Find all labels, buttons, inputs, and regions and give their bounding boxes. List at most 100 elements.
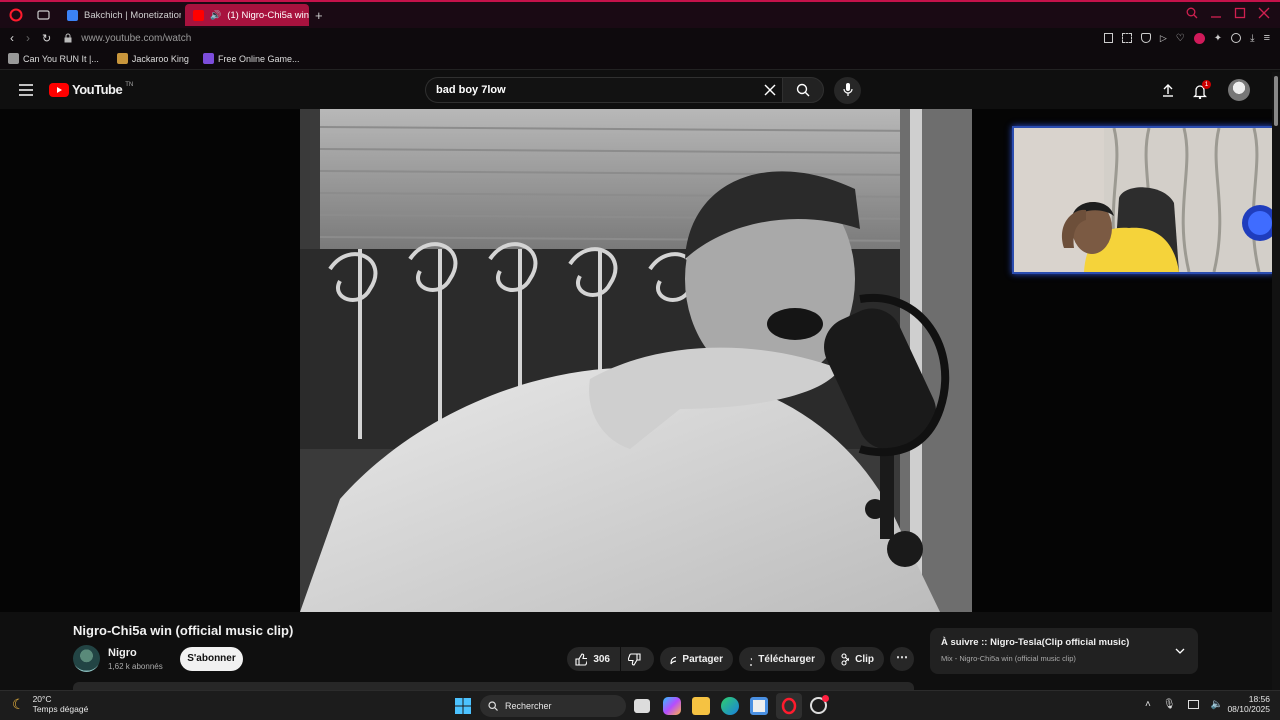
windows-start-icon[interactable] [455,698,471,714]
browser-toolbar-icons: ▷ ♡ ✦ ⤓ ≡ [1103,32,1270,44]
copilot-icon[interactable] [663,697,681,715]
subscriber-count: 1,62 k abonnés [108,662,163,671]
video-frame-image [300,109,972,612]
weather-temp: 20°C [32,694,52,704]
webcam-overlay [1012,126,1274,274]
opera-logo-icon[interactable] [9,8,23,22]
clock[interactable]: 18:56 08/10/2025 [1222,694,1270,714]
chevron-down-icon[interactable] [1175,648,1185,654]
up-next-subtitle: Mix - Nigro-Chi5a win (official music cl… [941,654,1076,663]
vpn-icon[interactable] [1193,32,1205,44]
youtube-play-logo-icon [49,82,69,97]
new-tab-button[interactable]: + [315,8,323,23]
tab-label: (1) Nigro-Chi5a win (o [227,9,309,21]
upload-icon[interactable] [1162,83,1174,97]
bookmark-item[interactable]: Jackaroo King [116,53,189,64]
weather-widget[interactable]: ☾ 20°C Temps dégagé [12,694,88,714]
menu-icon[interactable] [18,84,34,96]
maximize-icon[interactable] [1234,7,1246,19]
microphone-icon [842,83,853,96]
opera-logo-icon [781,697,797,715]
more-actions-button[interactable]: ⋯ [890,647,914,671]
search-input[interactable]: bad boy 7low [425,77,782,103]
window-controls [1186,7,1270,19]
download-label: Télécharger [758,653,815,665]
country-code: TN [125,82,134,88]
system-tray: ˄ 🎙 🔈 [1145,699,1223,710]
weather-description: Temps dégagé [32,704,89,714]
opera-taskbar-icon[interactable] [776,693,802,719]
profile-icon[interactable] [1231,33,1242,43]
subscribe-button[interactable]: S'abonner [180,647,243,671]
forward-icon[interactable]: › [26,31,30,45]
clear-search-icon[interactable] [764,84,776,96]
windows-taskbar: ☾ 20°C Temps dégagé Rechercher ˄ 🎙 🔈 18:… [0,690,1280,720]
up-next-panel[interactable]: À suivre :: Nigro-Tesla(Clip official mu… [930,628,1198,674]
download-button[interactable]: Télécharger [739,647,825,671]
thumbs-down-icon [628,652,641,666]
description-preview[interactable] [73,682,914,690]
minimize-icon[interactable] [1210,7,1222,19]
bookmark-item[interactable]: Free Online Game... [202,53,299,64]
moon-icon: ☾ [12,695,25,712]
microphone-icon[interactable]: 🎙 [1163,699,1176,710]
easy-setup-icon[interactable]: ≡ [1264,32,1270,44]
bookmark-item[interactable]: Can You RUN It |... [8,53,99,64]
share-label: Partager [682,653,723,665]
taskbar-search-placeholder: Rechercher [505,701,552,711]
opera-gx-taskbar-icon[interactable] [810,695,829,714]
address-input[interactable]: www.youtube.com/watch [81,33,191,44]
bookmark-icon[interactable] [1103,33,1113,43]
speaker-icon[interactable]: 🔊 [210,10,221,21]
scrollbar-thumb[interactable] [1274,76,1278,126]
shield-icon[interactable] [1140,33,1151,43]
share-button[interactable]: Partager [660,647,733,671]
scissors-icon [841,652,850,666]
avatar[interactable] [1228,79,1250,101]
tab-bakchich[interactable]: Bakchich | Monetization t [59,4,181,26]
clip-button[interactable]: Clip [831,647,884,671]
player-icon[interactable]: ▷ [1160,33,1167,44]
download-icon [750,657,753,666]
channel-avatar[interactable] [73,645,100,672]
clock-date: 08/10/2025 [1227,704,1270,714]
bookmark-favicon-icon [8,53,19,64]
chevron-up-icon[interactable]: ˄ [1145,699,1151,710]
taskbar-search[interactable]: Rechercher [480,695,626,717]
page-scrollbar[interactable] [1272,72,1280,690]
dislike-button[interactable] [621,647,654,671]
youtube-logo[interactable]: YouTube TN [49,82,133,97]
channel-name[interactable]: Nigro [108,647,137,659]
bookmark-label: Jackaroo King [131,53,189,64]
clip-label: Clip [855,653,874,665]
store-icon[interactable] [750,697,768,715]
tab-youtube-active[interactable]: 🔊 (1) Nigro-Chi5a win (o [185,4,309,26]
search-button[interactable] [782,77,824,103]
edge-icon[interactable] [721,697,739,715]
network-icon[interactable] [1187,700,1199,709]
reload-icon[interactable]: ↻ [42,32,51,45]
like-button[interactable]: 306 [567,647,620,671]
task-view-icon[interactable] [634,699,650,713]
search-icon [488,701,498,711]
tab-overview-icon[interactable] [37,9,51,21]
voice-search-button[interactable] [834,77,861,104]
youtube-header: YouTube TN bad boy 7low 1 [0,72,1280,109]
search-input-value: bad boy 7low [436,84,506,96]
back-icon[interactable]: ‹ [10,31,14,45]
notification-badge: 1 [1202,80,1211,89]
extensions-icon[interactable]: ✦ [1214,33,1222,44]
snapshot-icon[interactable] [1121,33,1132,43]
search-tabs-icon[interactable] [1186,7,1198,19]
bookmark-label: Can You RUN It |... [23,53,99,64]
video-player[interactable] [300,109,972,612]
download-icon[interactable]: ⤓ [1250,33,1254,44]
search-icon [796,83,810,97]
video-title: Nigro-Chi5a win (official music clip) [73,623,294,638]
notifications-button[interactable]: 1 [1193,80,1211,100]
youtube-logo-text: YouTube [72,82,123,97]
bookmark-favicon-icon [116,53,128,64]
heart-icon[interactable]: ♡ [1176,33,1185,44]
close-icon[interactable] [1258,7,1270,19]
file-explorer-icon[interactable] [692,697,710,715]
